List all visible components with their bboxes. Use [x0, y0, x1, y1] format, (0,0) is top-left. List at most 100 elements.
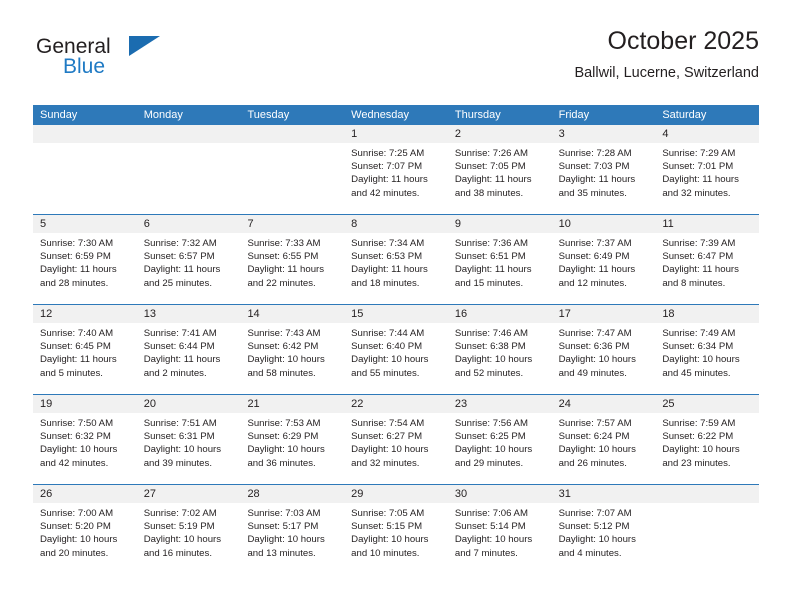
day-sunrise-text: Sunrise: 7:06 AM — [454, 508, 528, 519]
day-sunrise-text: Sunrise: 7:26 AM — [454, 148, 528, 159]
calendar-day-cell[interactable]: 30 Sunrise: 7:06 AM Sunset: 5:14 PM Dayligh… — [447, 485, 552, 574]
calendar-day-cell[interactable]: 9 Sunrise: 7:36 AM Sunset: 6:51 PM Daylight… — [447, 215, 552, 304]
day-sun-info: Sunrise: 7:56 AM Sunset: 6:25 PM Daylight:… — [448, 413, 552, 470]
day-sunset-text: Sunset: 6:51 PM — [454, 251, 526, 263]
day-sun-info: Sunrise: 7:30 AM Sunset: 6:59 PM Daylight:… — [33, 233, 137, 290]
day-sun-info: Sunrise: 7:33 AM Sunset: 6:55 PM Daylight:… — [240, 233, 344, 290]
calendar-day-cell[interactable]: 19 Sunrise: 7:50 AM Sunset: 6:32 PM Dayligh… — [33, 395, 137, 484]
calendar-day-cell[interactable]: 7 Sunrise: 7:33 AM Sunset: 6:55 PM Daylight… — [240, 215, 345, 304]
calendar-day-cell[interactable]: 6 Sunrise: 7:32 AM Sunset: 6:57 PM Daylight… — [136, 215, 241, 304]
calendar-week-row: 26 Sunrise: 7:00 AM Sunset: 5:20 PM Dayligh… — [33, 484, 760, 574]
calendar-day-cell[interactable]: 11 Sunrise: 7:39 AM Sunset: 6:47 PM Dayligh… — [655, 215, 760, 304]
day-daylight-line2-text: and 39 minutes. — [143, 457, 212, 469]
calendar-day-cell[interactable]: 1 Sunrise: 7:25 AM Sunset: 7:07 PM Daylight… — [344, 125, 448, 214]
day-daylight-line1-text: Daylight: 10 hours — [40, 444, 118, 456]
day-daylight-line2-text: and 58 minutes. — [247, 367, 316, 379]
day-number: 12 — [33, 305, 137, 323]
calendar-day-cell[interactable]: 25 Sunrise: 7:59 AM Sunset: 6:22 PM Dayligh… — [655, 395, 760, 484]
day-daylight-line2-text: and 13 minutes. — [247, 547, 316, 559]
day-sun-info: Sunrise: 7:07 AM Sunset: 5:12 PM Daylight:… — [552, 503, 656, 560]
page-header: General Blue October 2025 Ballwil, Lucer… — [33, 27, 759, 98]
day-sun-info: Sunrise: 7:47 AM Sunset: 6:36 PM Daylight:… — [552, 323, 656, 380]
calendar-day-cell[interactable]: 4 Sunrise: 7:29 AM Sunset: 7:01 PM Daylight… — [655, 125, 760, 214]
calendar-grid: Sunday Monday Tuesday Wednesday Thursday Frid… — [33, 105, 760, 574]
day-sunrise-text: Sunrise: 7:36 AM — [454, 238, 528, 249]
calendar-day-cell[interactable]: 23 Sunrise: 7:56 AM Sunset: 6:25 PM Dayligh… — [447, 395, 552, 484]
calendar-day-cell[interactable]: 3 Sunrise: 7:28 AM Sunset: 7:03 PM Daylight… — [551, 125, 656, 214]
calendar-day-cell[interactable]: 14 Sunrise: 7:43 AM Sunset: 6:42 PM Dayligh… — [240, 305, 345, 394]
calendar-day-cell[interactable]: 15 Sunrise: 7:44 AM Sunset: 6:40 PM Dayligh… — [344, 305, 448, 394]
calendar-day-cell[interactable]: 21 Sunrise: 7:53 AM Sunset: 6:29 PM Dayligh… — [240, 395, 345, 484]
day-daylight-line1-text: Daylight: 11 hours — [558, 174, 636, 186]
day-sunset-text: Sunset: 6:40 PM — [351, 341, 423, 353]
day-number: 8 — [344, 215, 448, 233]
day-daylight-line1-text: Daylight: 10 hours — [454, 444, 533, 456]
page-subtitle: Ballwil, Lucerne, Switzerland — [574, 64, 759, 81]
calendar-day-cell-empty — [33, 125, 137, 214]
title-block: October 2025 Ballwil, Lucerne, Switzerla… — [574, 27, 759, 81]
day-daylight-line2-text: and 29 minutes. — [454, 457, 524, 469]
day-daylight-line2-text: and 28 minutes. — [40, 277, 109, 289]
day-sunrise-text: Sunrise: 7:50 AM — [40, 418, 114, 429]
calendar-day-cell[interactable]: 29 Sunrise: 7:05 AM Sunset: 5:15 PM Dayligh… — [344, 485, 448, 574]
day-number: 27 — [136, 485, 241, 503]
day-sunrise-text: Sunrise: 7:05 AM — [351, 508, 425, 519]
calendar-day-cell[interactable]: 10 Sunrise: 7:37 AM Sunset: 6:49 PM Dayligh… — [551, 215, 656, 304]
calendar-day-cell[interactable]: 8 Sunrise: 7:34 AM Sunset: 6:53 PM Daylight… — [344, 215, 448, 304]
calendar-day-cell[interactable]: 28 Sunrise: 7:03 AM Sunset: 5:17 PM Dayligh… — [240, 485, 345, 574]
day-daylight-line1-text: Daylight: 10 hours — [247, 354, 325, 366]
calendar-day-cell[interactable]: 5 Sunrise: 7:30 AM Sunset: 6:59 PM Daylight… — [33, 215, 137, 304]
calendar-day-cell-empty — [136, 125, 241, 214]
day-sunset-text: Sunset: 6:22 PM — [662, 431, 734, 443]
day-sun-info: Sunrise: 7:54 AM Sunset: 6:27 PM Daylight:… — [344, 413, 448, 470]
day-daylight-line2-text: and 22 minutes. — [247, 277, 316, 289]
day-daylight-line2-text: and 5 minutes. — [40, 367, 103, 379]
day-sunset-text: Sunset: 6:32 PM — [40, 431, 111, 443]
calendar-day-cell[interactable]: 18 Sunrise: 7:49 AM Sunset: 6:34 PM Dayligh… — [655, 305, 760, 394]
day-sunset-text: Sunset: 5:15 PM — [351, 521, 423, 533]
day-sunrise-text: Sunrise: 7:00 AM — [40, 508, 114, 519]
day-daylight-line1-text: Daylight: 11 hours — [454, 174, 532, 186]
day-daylight-line2-text: and 32 minutes. — [351, 457, 420, 469]
calendar-day-cell[interactable]: 16 Sunrise: 7:46 AM Sunset: 6:38 PM Dayligh… — [447, 305, 552, 394]
day-sunrise-text: Sunrise: 7:29 AM — [662, 148, 736, 159]
brand-logo[interactable]: General Blue — [33, 28, 233, 84]
day-sunrise-text: Sunrise: 7:39 AM — [662, 238, 736, 249]
calendar-day-cell[interactable]: 26 Sunrise: 7:00 AM Sunset: 5:20 PM Dayligh… — [33, 485, 137, 574]
day-number: 16 — [447, 305, 552, 323]
calendar-day-cell[interactable]: 17 Sunrise: 7:47 AM Sunset: 6:36 PM Dayligh… — [551, 305, 656, 394]
day-sunset-text: Sunset: 6:24 PM — [558, 431, 630, 443]
day-daylight-line1-text: Daylight: 11 hours — [662, 264, 739, 276]
day-number: 5 — [33, 215, 137, 233]
day-daylight-line2-text: and 18 minutes. — [351, 277, 420, 289]
day-sunset-text: Sunset: 6:34 PM — [662, 341, 734, 353]
day-sunset-text: Sunset: 5:17 PM — [247, 521, 319, 533]
calendar-day-cell[interactable]: 13 Sunrise: 7:41 AM Sunset: 6:44 PM Dayligh… — [136, 305, 241, 394]
day-number: 6 — [136, 215, 241, 233]
day-daylight-line2-text: and 16 minutes. — [143, 547, 212, 559]
day-sun-info: Sunrise: 7:37 AM Sunset: 6:49 PM Daylight:… — [552, 233, 656, 290]
calendar-day-cell[interactable]: 27 Sunrise: 7:02 AM Sunset: 5:19 PM Dayligh… — [136, 485, 241, 574]
day-sunset-text: Sunset: 6:55 PM — [247, 251, 319, 263]
day-daylight-line1-text: Daylight: 10 hours — [40, 534, 118, 546]
day-sun-info: Sunrise: 7:00 AM Sunset: 5:20 PM Daylight:… — [33, 503, 137, 560]
day-number: 7 — [240, 215, 345, 233]
calendar-day-cell[interactable]: 2 Sunrise: 7:26 AM Sunset: 7:05 PM Daylight… — [447, 125, 552, 214]
day-sun-info: Sunrise: 7:26 AM Sunset: 7:05 PM Daylight:… — [448, 143, 552, 200]
day-sunset-text: Sunset: 5:12 PM — [558, 521, 630, 533]
day-daylight-line1-text: Daylight: 10 hours — [558, 354, 636, 366]
calendar-day-cell[interactable]: 31 Sunrise: 7:07 AM Sunset: 5:12 PM Dayligh… — [551, 485, 656, 574]
day-sunset-text: Sunset: 6:44 PM — [143, 341, 215, 353]
day-sun-info: Sunrise: 7:02 AM Sunset: 5:19 PM Daylight:… — [137, 503, 241, 560]
day-number: 11 — [655, 215, 760, 233]
calendar-week-row: 19 Sunrise: 7:50 AM Sunset: 6:32 PM Dayligh… — [33, 394, 760, 484]
day-number: 22 — [344, 395, 448, 413]
day-sunrise-text: Sunrise: 7:28 AM — [558, 148, 632, 159]
calendar-day-cell[interactable]: 22 Sunrise: 7:54 AM Sunset: 6:27 PM Dayligh… — [344, 395, 448, 484]
day-sunrise-text: Sunrise: 7:49 AM — [662, 328, 736, 339]
day-sunset-text: Sunset: 6:25 PM — [454, 431, 526, 443]
calendar-day-cell[interactable]: 20 Sunrise: 7:51 AM Sunset: 6:31 PM Dayligh… — [136, 395, 241, 484]
day-number — [136, 125, 241, 143]
calendar-day-cell[interactable]: 24 Sunrise: 7:57 AM Sunset: 6:24 PM Dayligh… — [551, 395, 656, 484]
calendar-day-cell[interactable]: 12 Sunrise: 7:40 AM Sunset: 6:45 PM Dayligh… — [33, 305, 137, 394]
